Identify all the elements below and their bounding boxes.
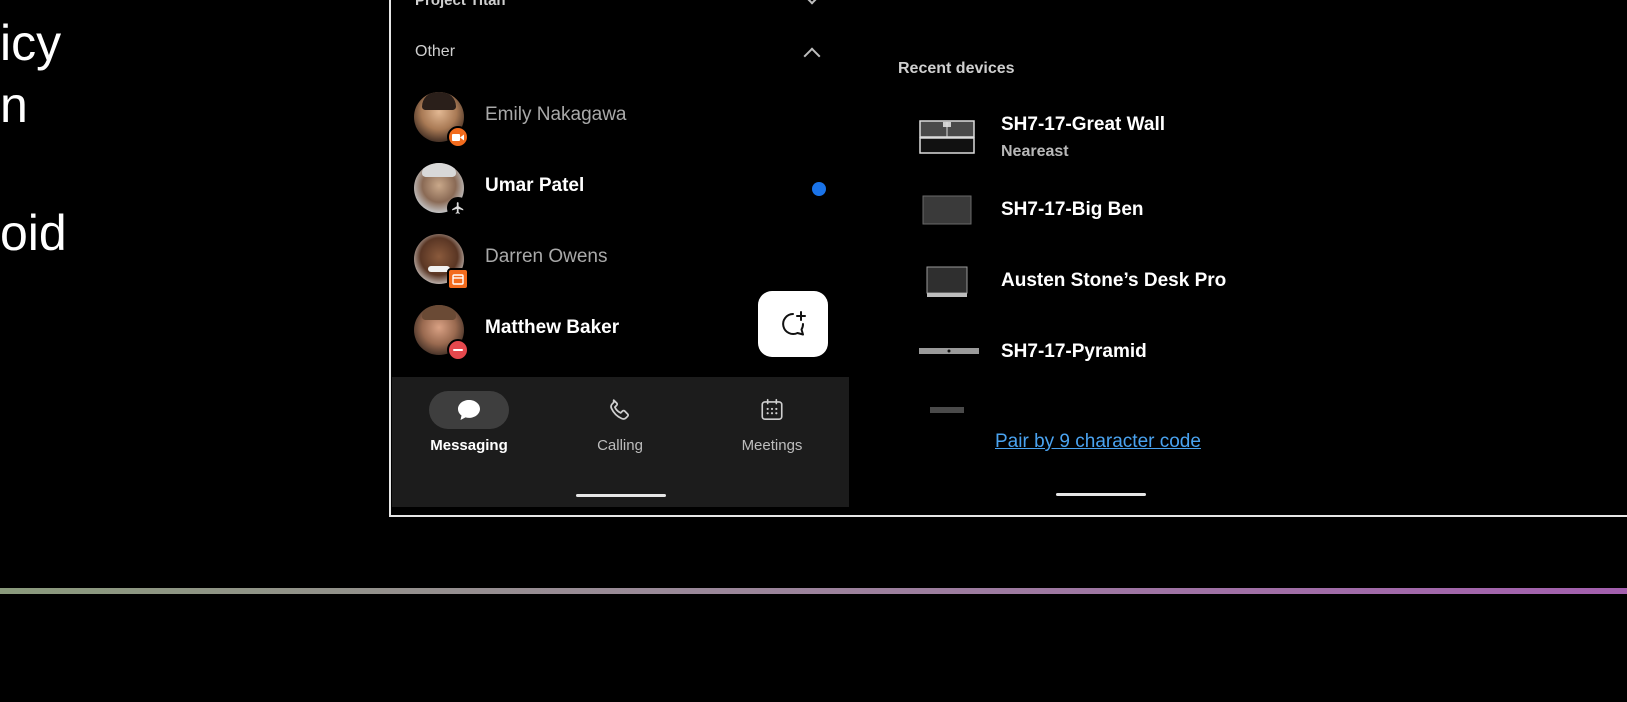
- room-bar-device-icon: [919, 346, 979, 356]
- recent-devices-title: Recent devices: [898, 60, 1015, 77]
- airplane-icon: [447, 197, 469, 219]
- device-name: SH7-17-Great Wall: [1001, 114, 1166, 135]
- device-proximity: Neareast: [1001, 143, 1069, 160]
- calendar-icon: [447, 268, 469, 290]
- unread-indicator: [812, 182, 826, 196]
- device-row[interactable]: SH7-17-Great Wall Neareast: [849, 100, 1449, 160]
- device-row[interactable]: SH7-17-Pyramid: [849, 322, 1449, 382]
- slide-text-line-2: n: [0, 77, 28, 133]
- display-device-icon: [919, 194, 975, 226]
- slide-text-line-1: icy: [0, 15, 62, 71]
- tab-label: Messaging: [430, 437, 508, 454]
- device-icon: [930, 406, 964, 414]
- tab-calling[interactable]: Calling: [570, 391, 670, 481]
- contact-row[interactable]: Umar Patel: [392, 157, 849, 219]
- chat-bubble-icon: [458, 400, 480, 420]
- home-indicator[interactable]: [1056, 493, 1146, 496]
- tab-label: Meetings: [741, 437, 803, 454]
- tab-meetings[interactable]: Meetings: [722, 391, 822, 481]
- device-name: SH7-17-Pyramid: [1001, 341, 1147, 362]
- contact-name: Umar Patel: [485, 175, 585, 196]
- contact-row[interactable]: Emily Nakagawa: [392, 86, 849, 148]
- pair-by-code-link[interactable]: Pair by 9 character code: [995, 431, 1201, 453]
- video-icon: [447, 126, 469, 148]
- device-row[interactable]: SH7-17-Big Ben: [849, 180, 1449, 240]
- desk-pro-device-icon: [919, 265, 975, 299]
- new-chat-icon: [782, 311, 806, 336]
- device-name: Austen Stone’s Desk Pro: [1001, 270, 1227, 291]
- section-header-other[interactable]: Other: [415, 43, 455, 61]
- gradient-divider: [0, 588, 1627, 594]
- phone-icon: [610, 399, 630, 420]
- devices-panel: Recent devices SH7-17-Great Wall Neareas…: [849, 0, 1627, 507]
- new-chat-button[interactable]: [758, 291, 828, 357]
- section-header-previous[interactable]: Project Titan: [415, 0, 506, 9]
- chevron-down-icon[interactable]: [803, 0, 821, 5]
- messaging-panel: Project Titan Other Emily Nakagawa Umar …: [392, 0, 849, 507]
- calendar-icon: [761, 398, 783, 421]
- home-indicator[interactable]: [576, 494, 666, 497]
- contact-name: Matthew Baker: [485, 317, 620, 338]
- contact-row[interactable]: Darren Owens: [392, 228, 849, 290]
- bottom-tab-bar: Messaging Calling Meetings: [392, 377, 849, 507]
- tab-label: Calling: [597, 437, 643, 454]
- do-not-disturb-icon: [447, 339, 469, 361]
- contact-name: Emily Nakagawa: [485, 104, 627, 125]
- tab-messaging[interactable]: Messaging: [419, 391, 519, 481]
- device-name: SH7-17-Big Ben: [1001, 199, 1144, 220]
- slide-text-line-3: oid: [0, 205, 67, 261]
- device-row[interactable]: Austen Stone’s Desk Pro: [849, 251, 1449, 311]
- chevron-up-icon[interactable]: [803, 47, 821, 65]
- video-bar-device-icon: [919, 119, 975, 155]
- contact-name: Darren Owens: [485, 246, 608, 267]
